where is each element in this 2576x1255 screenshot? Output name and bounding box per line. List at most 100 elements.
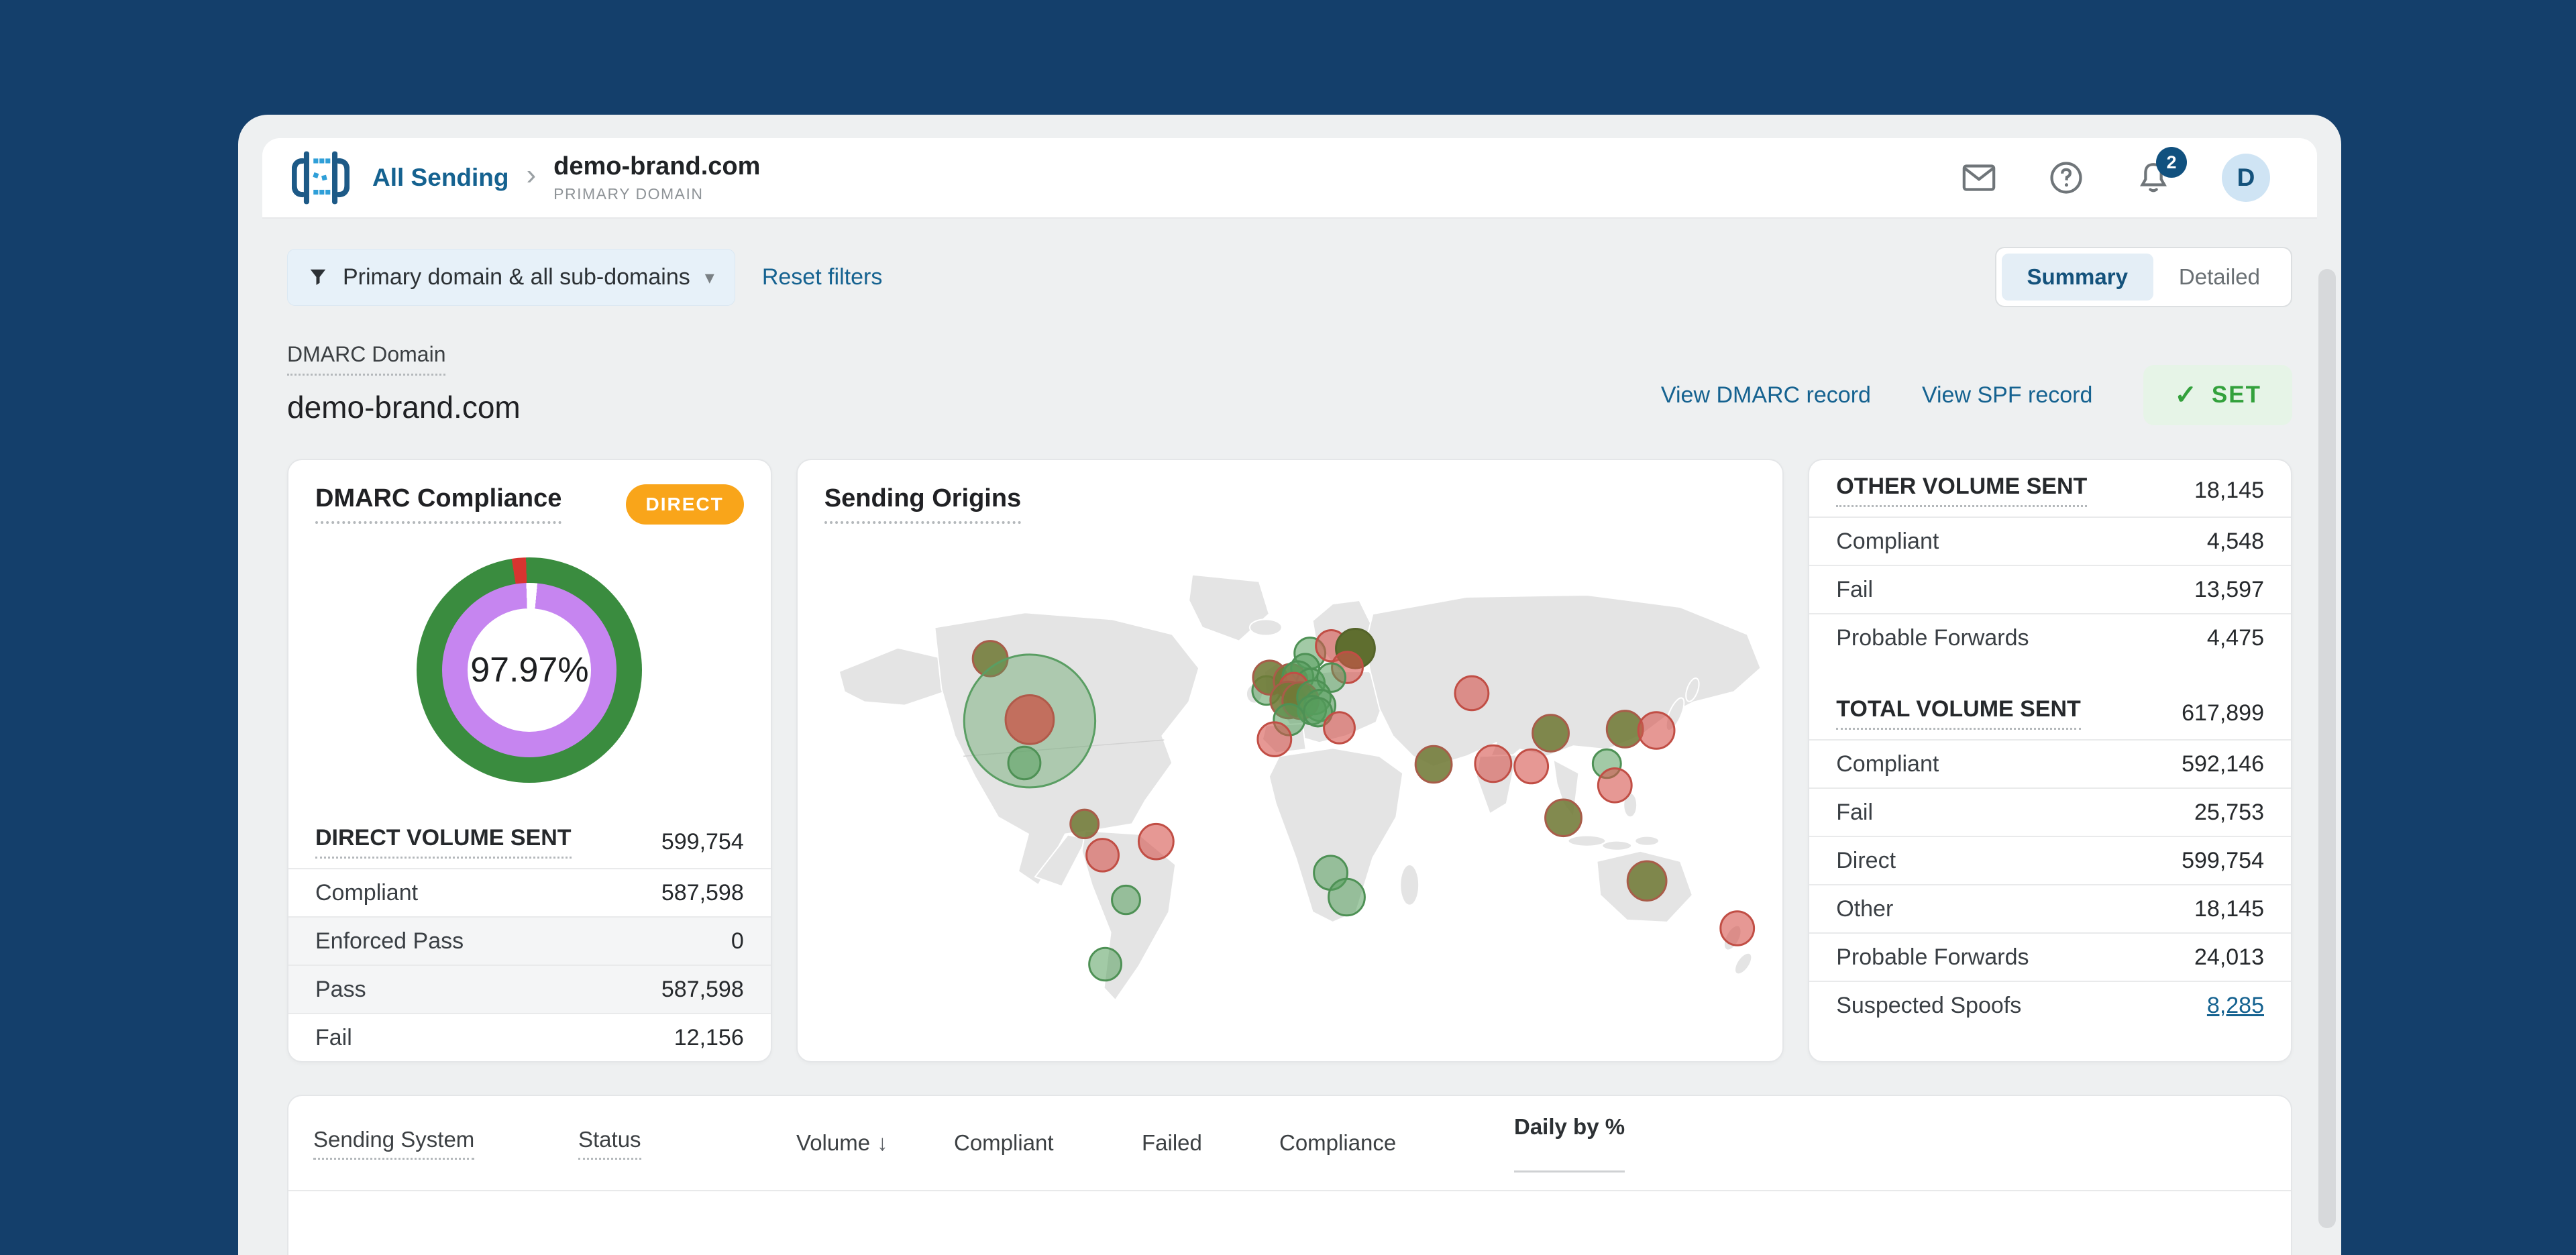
- stat-row: OTHER VOLUME SENT 18,145: [1809, 464, 2291, 516]
- origin-dot[interactable]: [1327, 877, 1366, 917]
- breadcrumb-domain: demo-brand.com PRIMARY DOMAIN: [553, 152, 760, 203]
- origin-dot[interactable]: [1719, 910, 1755, 946]
- donut-center-value: 97.97%: [468, 608, 592, 732]
- stat-row: Direct 599,754: [1809, 836, 2291, 884]
- col-sending-system[interactable]: Sending System: [313, 1127, 578, 1160]
- stat-row: Fail 25,753: [1809, 787, 2291, 836]
- stat-row: Other 18,145: [1809, 884, 2291, 932]
- stat-label: Compliant: [1836, 528, 1939, 554]
- user-avatar[interactable]: D: [2222, 154, 2270, 202]
- origin-dot[interactable]: [1004, 694, 1055, 745]
- origin-dot[interactable]: [1087, 946, 1122, 982]
- page-title: demo-brand.com: [553, 152, 761, 180]
- origins-card-title: Sending Origins: [824, 484, 1022, 524]
- origin-dot[interactable]: [1513, 748, 1549, 785]
- dmarc-domain-value: demo-brand.com: [287, 390, 521, 425]
- window-scrollbar[interactable]: [2318, 269, 2336, 1228]
- stat-value: 617,899: [2182, 700, 2264, 726]
- origin-dot[interactable]: [1110, 884, 1141, 916]
- stat-row: Compliant 4,548: [1809, 516, 2291, 565]
- reset-filters-link[interactable]: Reset filters: [762, 264, 883, 290]
- stat-value: 4,548: [2206, 528, 2264, 554]
- stat-label: Probable Forwards: [1836, 944, 2029, 970]
- origin-dot[interactable]: [1597, 767, 1633, 804]
- stat-row: Suspected Spoofs 8,285: [1809, 981, 2291, 1029]
- help-icon[interactable]: [2047, 159, 2085, 197]
- origin-dot[interactable]: [1322, 711, 1356, 745]
- stat-row: Compliant 587,598: [288, 868, 771, 916]
- breadcrumb-separator-icon: ›: [526, 158, 537, 191]
- set-status-button[interactable]: ✓ SET: [2143, 365, 2292, 425]
- stat-label: Fail: [1836, 799, 1874, 825]
- col-daily-by-pct: Daily by %: [1444, 1114, 2291, 1172]
- col-compliance[interactable]: Compliance: [1279, 1130, 1444, 1156]
- origin-dot[interactable]: [1637, 711, 1676, 750]
- direct-badge: DIRECT: [625, 484, 744, 525]
- stat-value: 12,156: [674, 1024, 744, 1050]
- app-header: All Sending › demo-brand.com PRIMARY DOM…: [262, 138, 2317, 219]
- stat-value: 18,145: [2194, 477, 2264, 503]
- stat-label: Other: [1836, 895, 1894, 922]
- stat-label: Direct: [1836, 847, 1896, 873]
- col-status[interactable]: Status: [578, 1127, 796, 1160]
- mail-icon[interactable]: [1960, 159, 1998, 197]
- stat-label: TOTAL VOLUME SENT: [1836, 696, 2081, 730]
- origin-dot[interactable]: [1414, 745, 1453, 784]
- col-compliant[interactable]: Compliant: [954, 1130, 1142, 1156]
- notification-count-badge: 2: [2156, 147, 2187, 178]
- stat-value: 18,145: [2194, 895, 2264, 922]
- origin-dot[interactable]: [1069, 808, 1099, 840]
- origin-dot[interactable]: [1007, 745, 1042, 781]
- stat-value: 24,013: [2194, 944, 2264, 970]
- origin-dot[interactable]: [1626, 860, 1668, 902]
- stat-label: Pass: [315, 976, 366, 1002]
- origin-dot[interactable]: [1137, 822, 1175, 861]
- stat-value-link[interactable]: 8,285: [2207, 993, 2264, 1019]
- stat-value: 0: [731, 928, 744, 954]
- table-row: HubSpotDIRECT547,406543,9163,49099.36%: [288, 1191, 2291, 1255]
- filter-label: Primary domain & all sub-domains: [343, 264, 690, 290]
- sending-origins-card: Sending Origins: [796, 459, 1784, 1062]
- col-failed[interactable]: Failed: [1142, 1130, 1279, 1156]
- view-spf-record-link[interactable]: View SPF record: [1922, 382, 2092, 408]
- tab-summary[interactable]: Summary: [2001, 254, 2153, 301]
- tab-detailed[interactable]: Detailed: [2153, 254, 2286, 301]
- origin-dot[interactable]: [1454, 675, 1490, 712]
- stat-label: Fail: [315, 1024, 352, 1050]
- dmarc-domain-label: DMARC Domain: [287, 342, 446, 376]
- compliance-card-title: DMARC Compliance: [315, 484, 562, 524]
- stat-value: 587,598: [661, 879, 744, 906]
- origin-dot[interactable]: [1531, 714, 1570, 753]
- sending-systems-table: Sending System Status Volume ↓ Compliant …: [287, 1095, 2292, 1255]
- stat-value: 599,754: [2182, 847, 2264, 873]
- app-window: All Sending › demo-brand.com PRIMARY DOM…: [238, 115, 2341, 1255]
- compliance-stats-table: DIRECT VOLUME SENT 599,754 Compliant 587,59…: [288, 816, 771, 1061]
- col-volume[interactable]: Volume ↓: [796, 1130, 954, 1156]
- view-dmarc-record-link[interactable]: View DMARC record: [1661, 382, 1871, 408]
- set-status-label: SET: [2211, 382, 2261, 408]
- origin-dot[interactable]: [1256, 721, 1292, 757]
- stat-label: Enforced Pass: [315, 928, 464, 954]
- origin-dot[interactable]: [1474, 744, 1512, 783]
- page-subtitle: PRIMARY DOMAIN: [553, 185, 704, 203]
- stat-row: Fail 12,156: [288, 1013, 771, 1061]
- stat-label: Suspected Spoofs: [1836, 992, 2022, 1018]
- table-header-row: Sending System Status Volume ↓ Compliant …: [288, 1096, 2291, 1191]
- stat-label: OTHER VOLUME SENT: [1836, 474, 2088, 507]
- dmarc-compliance-card: DMARC Compliance DIRECT 97.97% DIRECT VO…: [287, 459, 772, 1062]
- stat-row: Enforced Pass 0: [288, 916, 771, 965]
- stat-value: 587,598: [661, 976, 744, 1002]
- origin-dot[interactable]: [1544, 798, 1582, 838]
- notifications-bell-icon[interactable]: 2: [2135, 147, 2187, 197]
- breadcrumb-all-sending[interactable]: All Sending: [372, 164, 509, 192]
- stat-row: TOTAL VOLUME SENT 617,899: [1809, 687, 2291, 739]
- domain-filter-dropdown[interactable]: Primary domain & all sub-domains ▾: [287, 248, 735, 306]
- stat-value: 13,597: [2194, 576, 2264, 602]
- stat-value: 25,753: [2194, 799, 2264, 825]
- stat-label: DIRECT VOLUME SENT: [315, 825, 572, 859]
- stat-value: 599,754: [661, 828, 744, 855]
- origin-dot[interactable]: [1085, 838, 1120, 873]
- stat-value: 4,475: [2206, 624, 2264, 651]
- stat-row: Probable Forwards 24,013: [1809, 932, 2291, 981]
- group-gap: [1809, 661, 2291, 687]
